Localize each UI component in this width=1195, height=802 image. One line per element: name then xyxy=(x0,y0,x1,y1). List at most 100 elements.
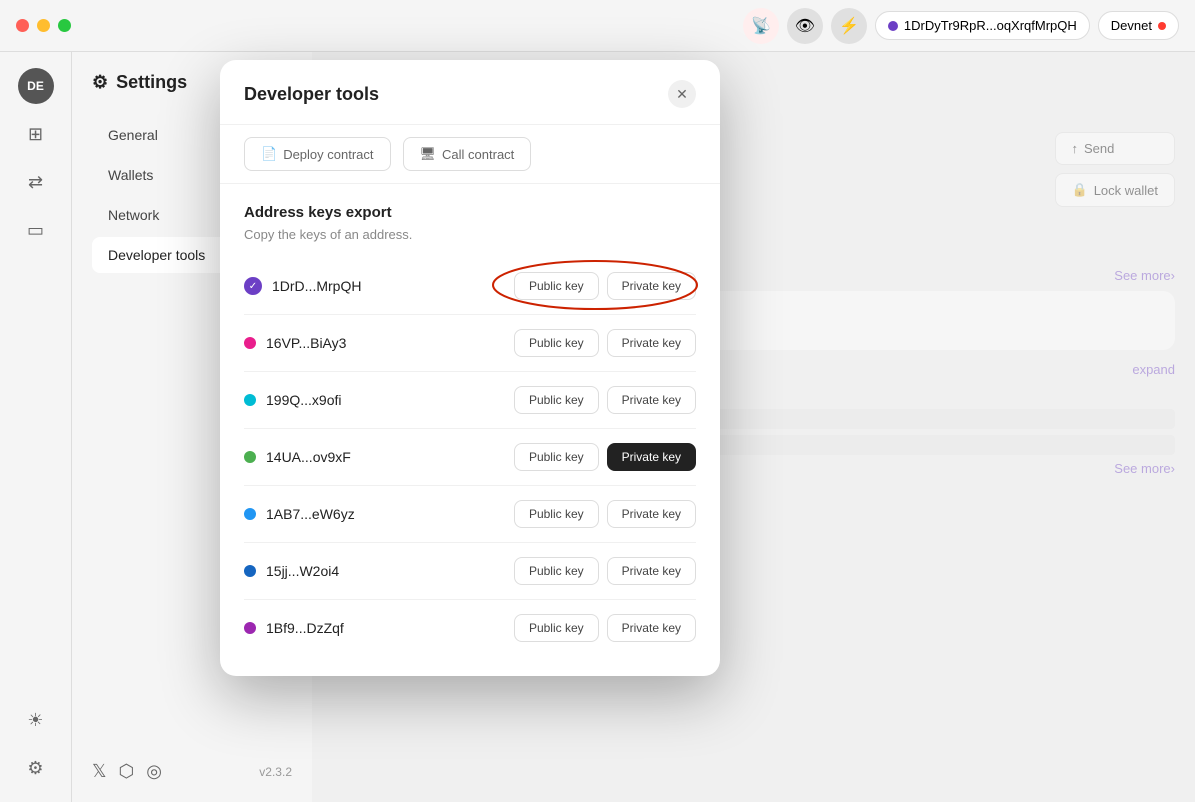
key-buttons-6: Public key Private key xyxy=(514,557,696,585)
private-key-btn-2[interactable]: Private key xyxy=(607,329,696,357)
call-icon: 🖥 xyxy=(420,146,437,162)
address-row-4: 14UA...ov9xF Public key Private key xyxy=(244,429,696,486)
eye-icon: 👁 xyxy=(795,16,815,36)
address-row-6: 15jj...W2oi4 Public key Private key xyxy=(244,543,696,600)
address-keys-desc: Copy the keys of an address. xyxy=(244,227,696,242)
address-row-1: ✓ 1DrD...MrpQH Public key Private key xyxy=(244,258,696,315)
discord-icon[interactable]: ⬡ xyxy=(119,761,135,782)
action-buttons: ↑ Send 🔒 Lock wallet xyxy=(1055,132,1176,207)
address-text-4: 14UA...ov9xF xyxy=(266,449,351,465)
network-pill[interactable]: Devnet xyxy=(1098,11,1179,40)
social-icons: 𝕏 ⬡ ◎ xyxy=(92,761,162,782)
address-keys-title: Address keys export xyxy=(244,204,696,221)
address-text-7: 1Bf9...DzZqf xyxy=(266,620,344,636)
address-dot-2 xyxy=(244,337,256,349)
public-key-btn-5[interactable]: Public key xyxy=(514,500,599,528)
no-network-icon-btn[interactable]: 📡 xyxy=(743,8,779,44)
key-buttons-4: Public key Private key xyxy=(514,443,696,471)
devtools-modal: Developer tools ✕ 📄 Deploy contract 🖥 Ca… xyxy=(220,60,720,676)
address-text-6: 15jj...W2oi4 xyxy=(266,563,339,579)
lightning-icon: ⚡ xyxy=(839,16,859,36)
modal-header: Developer tools ✕ xyxy=(220,60,720,125)
private-key-btn-6[interactable]: Private key xyxy=(607,557,696,585)
public-key-btn-3[interactable]: Public key xyxy=(514,386,599,414)
address-info-3: 199Q...x9ofi xyxy=(244,392,342,408)
private-key-btn-3[interactable]: Private key xyxy=(607,386,696,414)
address-row-3: 199Q...x9ofi Public key Private key xyxy=(244,372,696,429)
minimize-traffic-light[interactable] xyxy=(37,19,50,32)
address-row-7: 1Bf9...DzZqf Public key Private key xyxy=(244,600,696,656)
chevron-right-icon-2: › xyxy=(1171,461,1175,476)
no-network-icon: 📡 xyxy=(751,16,771,36)
deploy-contract-tab[interactable]: 📄 Deploy contract xyxy=(244,137,391,171)
sidebar-item-settings[interactable]: ⚙ xyxy=(18,750,54,786)
twitter-icon[interactable]: 𝕏 xyxy=(92,761,107,782)
address-dot-3 xyxy=(244,394,256,406)
sidebar-item-theme[interactable]: ☀ xyxy=(18,702,54,738)
navbar-right: 📡 👁 ⚡ 1DrDyTr9RpR...oqXrqfMrpQH Devnet xyxy=(743,8,1179,44)
public-key-btn-4[interactable]: Public key xyxy=(514,443,599,471)
address-row-5: 1AB7...eW6yz Public key Private key xyxy=(244,486,696,543)
key-buttons-7: Public key Private key xyxy=(514,614,696,642)
check-icon: ✓ xyxy=(249,281,257,292)
address-info-5: 1AB7...eW6yz xyxy=(244,506,355,522)
address-text-3: 199Q...x9ofi xyxy=(266,392,342,408)
modal-tabs: 📄 Deploy contract 🖥 Call contract xyxy=(220,125,720,184)
wallet-address-pill[interactable]: 1DrDyTr9RpR...oqXrqfMrpQH xyxy=(875,11,1090,40)
modal-close-button[interactable]: ✕ xyxy=(668,80,696,108)
eye-icon-btn[interactable]: 👁 xyxy=(787,8,823,44)
sidebar-item-wallet[interactable]: ▭ xyxy=(18,212,54,248)
sidebar-item-transfer[interactable]: ⇄ xyxy=(18,164,54,200)
call-contract-tab[interactable]: 🖥 Call contract xyxy=(403,137,532,171)
modal-title: Developer tools xyxy=(244,84,379,105)
address-list: ✓ 1DrD...MrpQH Public key Private key xyxy=(244,258,696,656)
address-text-2: 16VP...BiAy3 xyxy=(266,335,346,351)
private-key-btn-1[interactable]: Private key xyxy=(607,272,696,300)
verified-icon-1: ✓ xyxy=(244,277,262,295)
address-info-6: 15jj...W2oi4 xyxy=(244,563,339,579)
address-dot-7 xyxy=(244,622,256,634)
send-button[interactable]: ↑ Send xyxy=(1055,132,1176,165)
modal-body: Address keys export Copy the keys of an … xyxy=(220,184,720,676)
network-label: Devnet xyxy=(1111,18,1152,33)
expand-link[interactable]: expand xyxy=(1132,362,1175,377)
public-key-btn-2[interactable]: Public key xyxy=(514,329,599,357)
wallet-address-label: 1DrDyTr9RpR...oqXrqfMrpQH xyxy=(904,18,1077,33)
private-key-btn-4[interactable]: Private key xyxy=(607,443,696,471)
address-text-1: 1DrD...MrpQH xyxy=(272,278,361,294)
traffic-lights xyxy=(16,19,71,32)
settings-gear-icon: ⚙ xyxy=(92,72,108,93)
address-info-4: 14UA...ov9xF xyxy=(244,449,351,465)
address-info-1: ✓ 1DrD...MrpQH xyxy=(244,277,361,295)
key-buttons-2: Public key Private key xyxy=(514,329,696,357)
address-dot-4 xyxy=(244,451,256,463)
devnet-status-dot xyxy=(1158,22,1166,30)
deploy-icon: 📄 xyxy=(261,146,277,162)
github-icon[interactable]: ◎ xyxy=(146,761,162,782)
lightning-icon-btn[interactable]: ⚡ xyxy=(831,8,867,44)
address-info-2: 16VP...BiAy3 xyxy=(244,335,346,351)
settings-footer: 𝕏 ⬡ ◎ v2.3.2 xyxy=(92,761,292,782)
send-up-icon: ↑ xyxy=(1072,141,1079,156)
sidebar-bottom: ☀ ⚙ xyxy=(18,702,54,786)
avatar[interactable]: DE xyxy=(18,68,54,104)
chevron-right-icon: › xyxy=(1171,268,1175,283)
maximize-traffic-light[interactable] xyxy=(58,19,71,32)
public-key-btn-6[interactable]: Public key xyxy=(514,557,599,585)
private-key-btn-7[interactable]: Private key xyxy=(607,614,696,642)
public-key-btn-1[interactable]: Public key xyxy=(514,272,599,300)
address-text-5: 1AB7...eW6yz xyxy=(266,506,355,522)
private-key-btn-5[interactable]: Private key xyxy=(607,500,696,528)
key-buttons-1: Public key Private key xyxy=(514,272,696,300)
public-key-btn-7[interactable]: Public key xyxy=(514,614,599,642)
key-buttons-3: Public key Private key xyxy=(514,386,696,414)
address-dot-5 xyxy=(244,508,256,520)
navbar: 📡 👁 ⚡ 1DrDyTr9RpR...oqXrqfMrpQH Devnet xyxy=(0,0,1195,52)
close-traffic-light[interactable] xyxy=(16,19,29,32)
lock-wallet-button[interactable]: 🔒 Lock wallet xyxy=(1055,173,1176,207)
sidebar-item-layers[interactable]: ⊞ xyxy=(18,116,54,152)
address-dot-6 xyxy=(244,565,256,577)
see-more-link-2[interactable]: See more xyxy=(1114,461,1170,476)
see-more-link[interactable]: See more xyxy=(1114,268,1170,283)
address-row-2: 16VP...BiAy3 Public key Private key xyxy=(244,315,696,372)
